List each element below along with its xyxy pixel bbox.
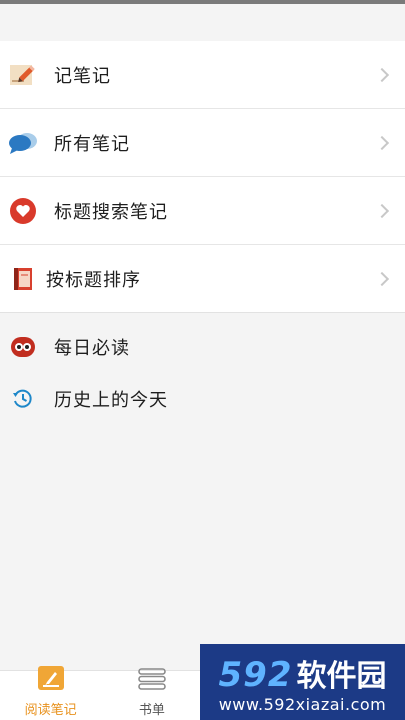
history-icon [8,384,38,414]
tab-label: 阅读笔记 [24,703,77,718]
menu-item-all-notes[interactable]: 所有笔记 [0,109,405,177]
header-spacer [0,4,405,41]
list-icon [137,667,167,695]
menu-item-label: 记笔记 [54,65,111,87]
watermark-brand: 软件园 [296,658,387,694]
menu-item-sort-by-title[interactable]: 按标题排序 [0,245,405,313]
chevron-right-icon [374,135,390,150]
tab-booklist[interactable]: 书单 [101,668,202,720]
tab-label: 书单 [138,703,165,718]
extras-list: 每日必读 历史上的今天 [0,313,405,425]
heart-icon [8,196,38,226]
menu-item-label: 按标题排序 [46,269,141,291]
list-item-daily-reading[interactable]: 每日必读 [0,321,405,373]
menu-item-take-note[interactable]: 记笔记 [0,41,405,109]
chevron-right-icon [374,271,390,286]
chevron-right-icon [374,67,390,82]
menu-item-title-search[interactable]: 标题搜索笔记 [0,177,405,245]
chat-bubbles-icon [8,128,38,158]
watermark-number: 592 [218,654,293,695]
pencil-square-icon [37,665,65,695]
watermark-logo: 592 软件园 www.592xiazai.com [200,644,405,720]
menu-item-label: 标题搜索笔记 [54,201,168,223]
book-icon [8,264,38,294]
list-item-history-today[interactable]: 历史上的今天 [0,373,405,425]
list-item-label: 历史上的今天 [54,390,168,411]
tab-reading-notes[interactable]: 阅读笔记 [0,666,101,720]
menu-list: 记笔记 所有笔记 标题搜索笔记 按标题排序 [0,41,405,313]
menu-item-label: 所有笔记 [54,133,130,155]
watermark-url: www.592xiazai.com [218,694,387,714]
pencil-note-icon [8,60,38,90]
glasses-icon [8,332,38,362]
list-item-label: 每日必读 [54,338,130,359]
chevron-right-icon [374,203,390,218]
